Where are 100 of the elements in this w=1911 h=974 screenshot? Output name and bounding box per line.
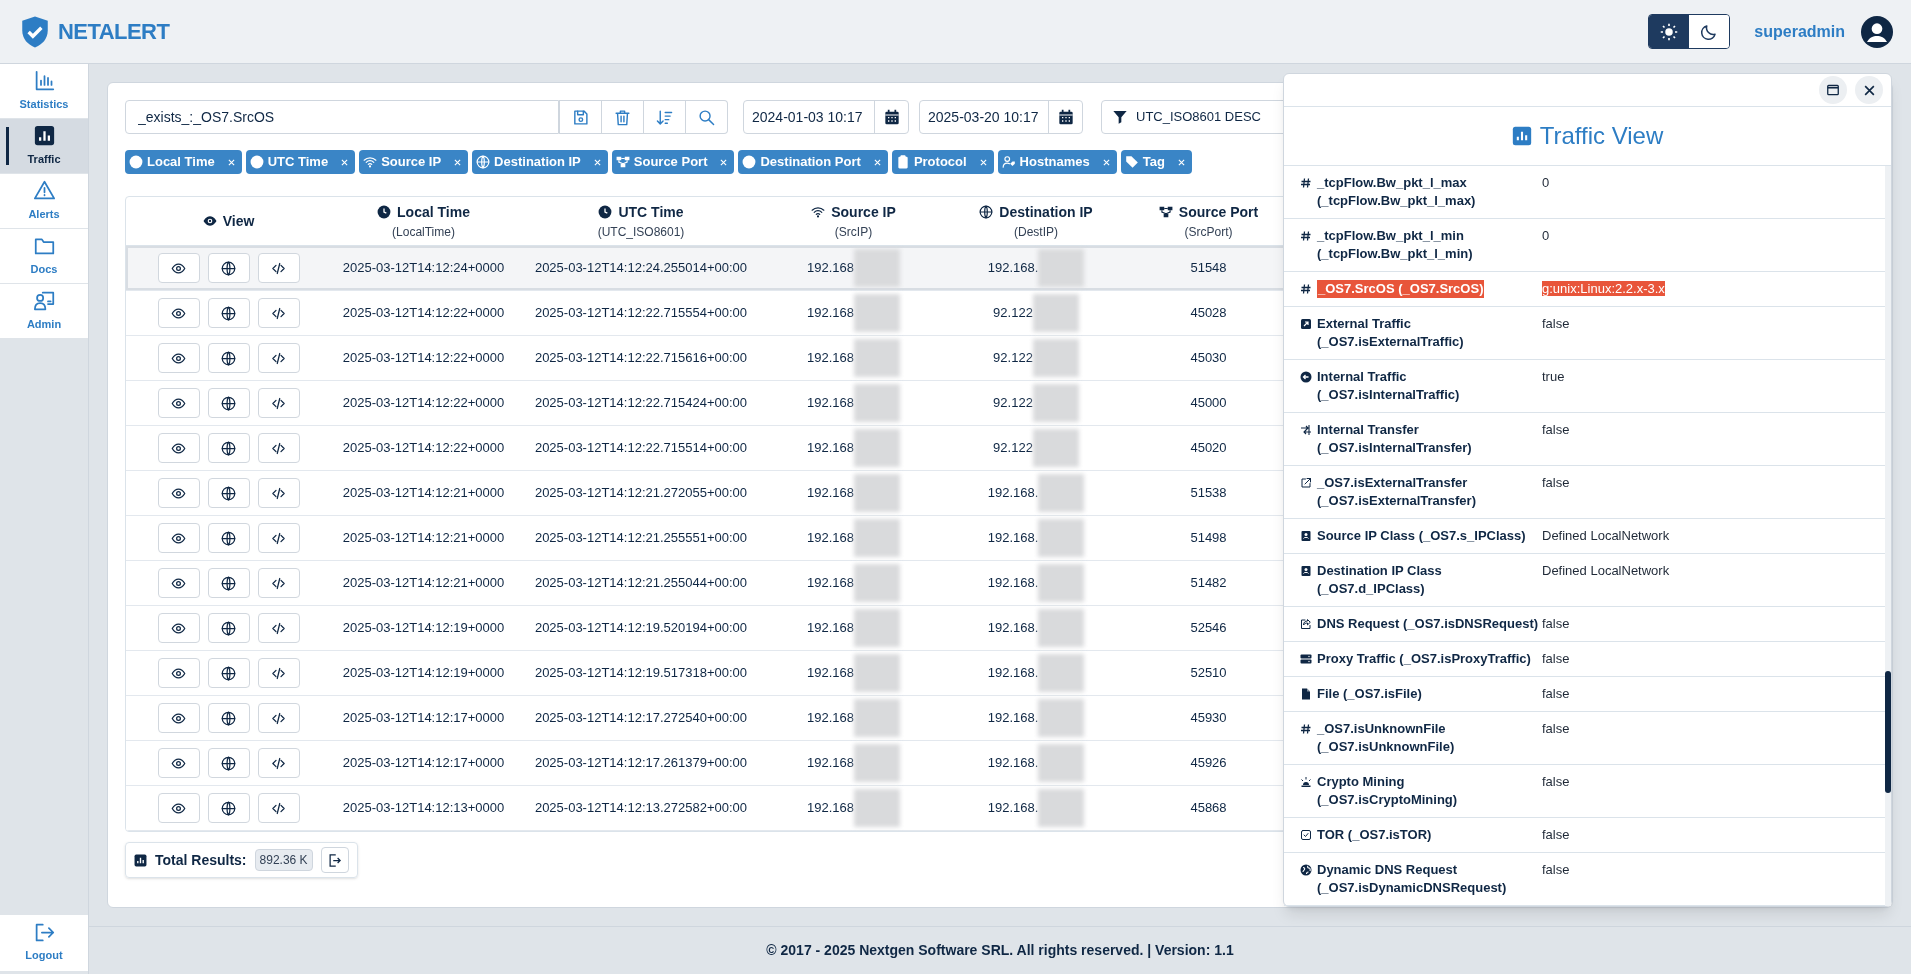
field-label: _OS7.SrcOS (_OS7.SrcOS) [1317,280,1485,298]
moon-icon [1700,22,1719,41]
remove-tag-button[interactable] [453,157,463,167]
remove-tag-button[interactable] [1101,157,1111,167]
remove-tag-button[interactable] [719,157,729,167]
table-cell-text: 192.168. [987,484,1039,503]
results-count: 892.36 K [254,849,313,871]
lookup-button[interactable] [207,433,250,463]
table-cell-text: 51498 [1190,529,1227,548]
table-cell-text: 92.122 [993,349,1033,368]
source-button[interactable] [257,568,300,598]
trash-icon [614,108,631,126]
remove-tag-button[interactable] [1176,157,1186,167]
column-header[interactable]: Local Time [397,201,470,223]
sidebar-item[interactable]: Alerts [0,174,88,229]
maximize-button[interactable] [1819,76,1847,104]
close-button[interactable] [1855,76,1883,104]
export-button[interactable] [320,847,349,873]
sidebar-item[interactable]: Statistics [0,64,88,119]
table-cell-text: 2025-03-12T14:12:22.715424+00:00 [534,394,748,413]
remove-tag-button[interactable] [226,157,236,167]
lookup-button[interactable] [207,343,250,373]
scrollbar[interactable] [1885,166,1891,906]
lookup-button[interactable] [207,298,250,328]
table-cell-text: 192.168 [807,349,854,368]
table-cell-text: 52546 [1190,619,1227,638]
view-button[interactable] [157,253,200,283]
avatar-icon[interactable] [1861,15,1893,48]
lookup-button[interactable] [207,568,250,598]
user-name[interactable]: superadmin [1754,19,1845,44]
source-button[interactable] [257,793,300,823]
blurred-region [1032,384,1079,422]
blurred-region [854,474,900,512]
view-button[interactable] [157,613,200,643]
source-button[interactable] [257,748,300,778]
table-cell-text: 192.168 [807,439,854,458]
eye-icon [171,665,186,681]
eye-icon [171,305,186,321]
column-header[interactable]: Destination IP [999,201,1093,223]
date-field[interactable]: 2025-03-20 10:17 [919,100,1083,134]
view-button[interactable] [157,478,200,508]
source-button[interactable] [257,298,300,328]
view-button[interactable] [157,568,200,598]
field-value: true [1542,369,1565,384]
source-button[interactable] [257,343,300,373]
source-button[interactable] [257,433,300,463]
remove-tag-button[interactable] [872,157,882,167]
code-icon [271,575,286,591]
view-button[interactable] [157,343,200,373]
sidebar-item[interactable]: Traffic [0,119,88,174]
view-button[interactable] [157,298,200,328]
remove-tag-button[interactable] [340,157,350,167]
close-icon [872,157,882,167]
view-button[interactable] [157,523,200,553]
table-cell-text: 2025-03-12T14:12:17+0000 [342,754,505,773]
remove-tag-button[interactable] [978,157,988,167]
lookup-button[interactable] [207,523,250,553]
lookup-button[interactable] [207,658,250,688]
column-header[interactable]: View [222,210,255,232]
table-cell-text: 92.122 [993,439,1033,458]
source-button[interactable] [257,523,300,553]
query-field[interactable]: _exists_:_OS7.SrcOS [125,100,559,134]
date-field[interactable]: 2024-01-03 10:17 [743,100,909,134]
sidebar-item[interactable]: Admin [0,284,88,339]
source-button[interactable] [257,478,300,508]
source-button[interactable] [257,703,300,733]
light-mode-button[interactable] [1649,15,1690,48]
remove-tag-button[interactable] [592,157,602,167]
column-header[interactable]: UTC Time [618,201,684,223]
globe-icon [221,755,236,771]
lookup-button[interactable] [207,253,250,283]
view-button[interactable] [157,433,200,463]
lookup-button[interactable] [207,388,250,418]
source-button[interactable] [257,253,300,283]
eye-icon [171,710,186,726]
view-button[interactable] [157,388,200,418]
export-icon [327,852,343,868]
table-cell-text: 45000 [1190,394,1227,413]
table-cell-text: 2025-03-12T14:12:22+0000 [342,349,505,368]
view-button[interactable] [157,793,200,823]
sidebar-item[interactable]: Docs [0,229,88,284]
lookup-button[interactable] [207,748,250,778]
lookup-button[interactable] [207,478,250,508]
hash-icon [1300,177,1312,189]
view-button[interactable] [157,658,200,688]
lookup-button[interactable] [207,793,250,823]
column-header[interactable]: Source IP [831,201,896,223]
column-header[interactable]: Source Port [1178,201,1259,223]
logout-button[interactable]: Logout [0,915,88,971]
table-cell-text: 192.168. [987,754,1039,773]
source-button[interactable] [257,388,300,418]
dark-mode-button[interactable] [1689,15,1730,48]
blurred-region [854,429,900,467]
source-button[interactable] [257,613,300,643]
tag-label: UTC Time [267,153,329,172]
lookup-button[interactable] [207,703,250,733]
view-button[interactable] [157,703,200,733]
view-button[interactable] [157,748,200,778]
lookup-button[interactable] [207,613,250,643]
source-button[interactable] [257,658,300,688]
